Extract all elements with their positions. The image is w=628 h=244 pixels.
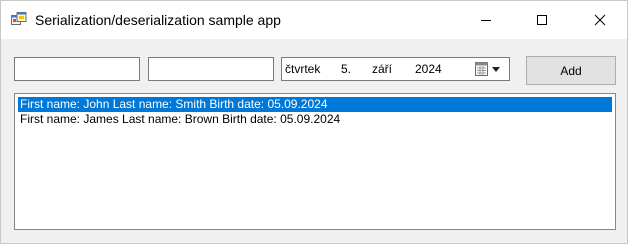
date-year[interactable]: 2024 (415, 62, 442, 76)
close-button[interactable] (577, 1, 623, 39)
maximize-icon (537, 15, 547, 25)
people-listbox[interactable]: First name: John Last name: Smith Birth … (14, 93, 616, 230)
first-name-input[interactable] (14, 57, 140, 81)
list-item[interactable]: First name: James Last name: Brown Birth… (18, 112, 612, 127)
close-icon (594, 14, 606, 26)
app-window-icon (11, 12, 27, 28)
app-window: Serialization/deserialization sample app… (0, 0, 628, 244)
maximize-button[interactable] (519, 1, 565, 39)
calendar-dropdown-icon (475, 62, 500, 76)
minimize-button[interactable] (463, 1, 509, 39)
window-title: Serialization/deserialization sample app (35, 12, 281, 28)
calendar-dropdown-button[interactable] (474, 61, 506, 77)
title-bar[interactable]: Serialization/deserialization sample app (1, 1, 627, 39)
add-button[interactable]: Add (526, 56, 616, 85)
last-name-input[interactable] (148, 57, 274, 81)
date-day[interactable]: 5. (341, 62, 351, 76)
minimize-icon (481, 20, 491, 21)
date-month[interactable]: září (372, 62, 392, 76)
date-day-of-week[interactable]: čtvrtek (285, 62, 320, 76)
list-item[interactable]: First name: John Last name: Smith Birth … (18, 97, 612, 112)
birth-date-picker[interactable]: čtvrtek 5. září 2024 (281, 57, 510, 81)
